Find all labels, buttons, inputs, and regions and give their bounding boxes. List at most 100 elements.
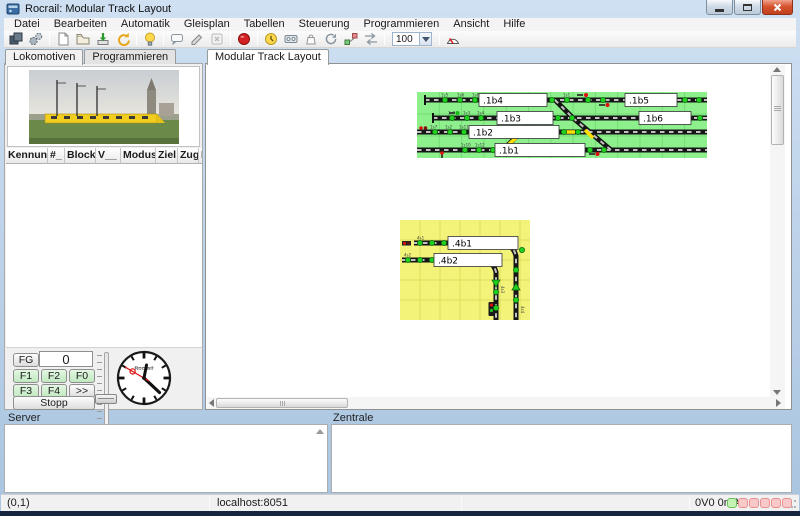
f0-button[interactable]: F0 [69,369,95,383]
loco-table-header: Kennung #_ Block V__ Modus Ziel Zug Bild [6,148,202,164]
edit-plan-icon[interactable] [187,31,207,47]
block-1b4[interactable]: .1b4 [483,97,503,107]
svg-text:1s10: 1s10 [461,143,471,148]
close-button[interactable] [762,0,793,15]
block-1b5[interactable]: .1b5 [629,97,649,107]
scroll-left-icon[interactable] [209,399,214,407]
main-tabs: Modular Track Layout [207,48,330,64]
resize-grip[interactable] [788,500,796,508]
svg-text:1s5: 1s5 [441,93,449,98]
window-title: Rocrail: Modular Track Layout [25,3,171,15]
open-icon[interactable] [73,31,93,47]
block-4b2[interactable]: .4b2 [438,257,458,267]
emergency-stop-icon[interactable] [234,31,254,47]
zoom-combobox[interactable]: 100 [392,32,432,46]
horizontal-scrollbar-thumb[interactable] [216,398,348,408]
block-1b2[interactable]: .1b2 [473,129,493,139]
tab-lokomotiven[interactable]: Lokomotiven [5,49,83,65]
scroll-right-icon[interactable] [776,399,781,407]
shuffle-icon[interactable] [361,31,381,47]
fg-button[interactable]: FG [13,353,39,367]
programming-icon[interactable] [281,31,301,47]
server-log-label: Server [8,412,40,423]
zentrale-log-label: Zentrale [333,412,373,423]
titlebar: Rocrail: Modular Track Layout [0,0,800,18]
log-scroll-up-icon[interactable] [316,429,324,434]
svg-text:4s3: 4s3 [500,286,505,294]
col-bild[interactable]: Bild [199,148,202,164]
track-plan-canvas[interactable]: .1b4 .1b5 .1b3 .1b6 .1b2 .1b1 1s51s61s81… [205,63,792,410]
toolbar-separator [136,33,137,45]
tab-modular-track-layout[interactable]: Modular Track Layout [207,49,329,65]
menu-ansicht[interactable]: Ansicht [446,18,496,31]
svg-text:1s12: 1s12 [475,143,485,148]
status-separator [209,497,210,510]
scroll-down-icon[interactable] [773,390,781,395]
col-ziel[interactable]: Ziel [156,148,178,164]
col-number[interactable]: #_ [48,148,65,164]
statusbar: (0,1) localhost:8051 0V0 0mA [1,494,799,511]
fast-clock: Rocrail [115,349,173,407]
menu-datei[interactable]: Datei [7,18,47,31]
col-modus[interactable]: Modus [121,148,156,164]
zentrale-log[interactable] [331,424,792,493]
auto-mode-icon[interactable] [261,31,281,47]
svg-text:1s1: 1s1 [563,93,571,98]
f1-button[interactable]: F1 [13,369,39,383]
menu-automatik[interactable]: Automatik [114,18,177,31]
minimize-button[interactable] [706,0,733,15]
menu-programmieren[interactable]: Programmieren [356,18,446,31]
menu-hilfe[interactable]: Hilfe [496,18,532,31]
trace-message-icon[interactable] [167,31,187,47]
status-separator [461,497,462,510]
scroll-up-icon[interactable] [773,67,781,72]
speed-gauge-icon[interactable] [443,31,463,47]
vertical-scrollbar-thumb[interactable] [771,75,784,145]
minimize-icon [715,9,724,12]
toolbar-separator [163,33,164,45]
loco-image-box [7,66,200,147]
loco-photo [29,70,179,144]
block-1b1[interactable]: .1b1 [499,147,519,157]
zoom-dropdown-button[interactable] [419,33,431,45]
col-zug[interactable]: Zug [178,148,199,164]
f2-button[interactable]: F2 [41,369,67,383]
vertical-scrollbar[interactable] [770,65,785,397]
menu-bearbeiten[interactable]: Bearbeiten [47,18,114,31]
status-led-row [727,498,792,508]
col-block[interactable]: Block [65,148,96,164]
loco-list[interactable] [6,164,202,348]
menu-gleisplan[interactable]: Gleisplan [177,18,237,31]
save-icon[interactable] [93,31,113,47]
horizontal-scrollbar[interactable] [207,397,785,409]
maximize-button[interactable] [734,0,761,15]
menu-steuerung[interactable]: Steuerung [292,18,357,31]
svg-text:1s9: 1s9 [448,111,456,116]
svg-text:1s6: 1s6 [457,93,465,98]
locomotives-panel: Kennung #_ Block V__ Modus Ziel Zug Bild… [4,63,203,410]
refresh-icon[interactable] [321,31,341,47]
power-lamp-icon[interactable] [140,31,160,47]
toolbar: 100 [4,31,796,48]
throttle-slider-knob[interactable] [95,394,117,404]
tab-programmieren[interactable]: Programmieren [84,49,176,64]
undo-icon[interactable] [113,31,133,47]
svg-text:1s2: 1s2 [445,125,453,130]
new-plan-icon[interactable] [53,31,73,47]
properties-gears-icon[interactable] [26,31,46,47]
block-1b3[interactable]: .1b3 [501,115,521,125]
routes-icon[interactable] [341,31,361,47]
status-host: localhost:8051 [217,496,288,511]
close-plan-icon[interactable] [207,31,227,47]
workspace-icon[interactable] [6,31,26,47]
block-4b1[interactable]: .4b1 [452,240,472,250]
block-1b6[interactable]: .1b6 [643,115,663,125]
svg-text:1s3: 1s3 [463,111,471,116]
col-kennung[interactable]: Kennung [6,148,48,164]
toolbar-separator [230,33,231,45]
menu-tabellen[interactable]: Tabellen [237,18,292,31]
col-v[interactable]: V__ [96,148,121,164]
stop-button[interactable]: Stopp [13,396,95,410]
server-log[interactable] [4,424,328,493]
pot-icon[interactable] [301,31,321,47]
